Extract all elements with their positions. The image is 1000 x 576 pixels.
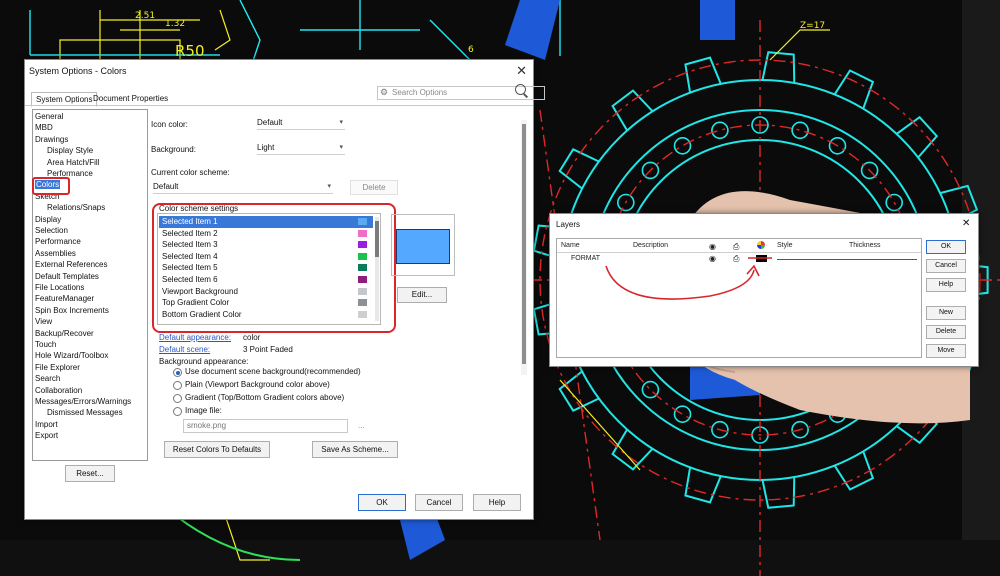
tree-item[interactable]: Display (35, 215, 61, 224)
tree-item[interactable]: Performance (35, 237, 81, 246)
ok-button[interactable]: OK (358, 494, 406, 511)
help-button[interactable]: Help (473, 494, 521, 511)
delete-button[interactable]: Delete (350, 180, 398, 195)
tree-item[interactable]: File Explorer (35, 363, 80, 372)
color-preview (391, 214, 455, 276)
reset-colors-button[interactable]: Reset Colors To Defaults (164, 441, 270, 458)
dimension-label: R50 (175, 42, 205, 60)
current-scheme-value: Default (153, 182, 179, 191)
chevron-down-icon: ▾ (327, 183, 331, 190)
tree-item[interactable]: Display Style (47, 146, 93, 155)
tree-item[interactable]: Search (35, 374, 60, 383)
dimension-label: 2.51 (135, 11, 155, 21)
tree-item[interactable]: Default Templates (35, 272, 99, 281)
dialog-title: System Options - Colors (29, 66, 127, 76)
save-scheme-button[interactable]: Save As Scheme... (312, 441, 398, 458)
background-radio[interactable] (173, 407, 182, 416)
tree-item[interactable]: Spin Box Increments (35, 306, 109, 315)
tree-item[interactable]: FeatureManager (35, 294, 94, 303)
default-scene-value: 3 Point Faded (243, 345, 293, 354)
browse-button[interactable]: ... (358, 421, 365, 430)
background-radio-label: Plain (Viewport Background color above) (185, 380, 330, 389)
icon-color-select[interactable]: Default ▾ (257, 117, 345, 130)
preview-swatch (396, 229, 450, 264)
tab-divider (25, 105, 533, 106)
layers-dialog: Layers ✕ Name Description ◉ ⎙ Style Thic… (549, 213, 979, 367)
tab-document-properties[interactable]: Document Properties (89, 92, 172, 105)
edit-button[interactable]: Edit... (397, 287, 447, 303)
background-radio-label: Image file: (185, 406, 222, 415)
current-scheme-label: Current color scheme: (151, 168, 230, 177)
tree-item[interactable]: Messages/Errors/Warnings (35, 397, 131, 406)
tree-item[interactable]: Backup/Recover (35, 329, 94, 338)
dimension-label: 6 (468, 45, 474, 55)
reset-button[interactable]: Reset... (65, 465, 115, 482)
close-icon[interactable]: ✕ (516, 63, 527, 79)
tree-item[interactable]: Drawings (35, 135, 68, 144)
background-radio[interactable] (173, 368, 182, 377)
icon-color-label: Icon color: (151, 120, 188, 129)
tree-item[interactable]: General (35, 112, 63, 121)
background-radio[interactable] (173, 381, 182, 390)
image-file-input[interactable]: smoke.png (183, 419, 348, 433)
background-radio[interactable] (173, 394, 182, 403)
default-appearance-link[interactable]: Default appearance: (159, 333, 231, 342)
default-scene-link[interactable]: Default scene: (159, 345, 210, 354)
default-appearance-value: color (243, 333, 261, 342)
background-appearance-label: Background appearance: (159, 357, 249, 366)
tree-item[interactable]: External References (35, 260, 107, 269)
tree-item[interactable]: Area Hatch/Fill (47, 158, 99, 167)
dimension-label: Z=17 (800, 21, 825, 31)
options-pane-scrollbar[interactable] (521, 120, 527, 375)
tree-item[interactable]: MBD (35, 123, 53, 132)
search-icon[interactable] (515, 84, 526, 95)
annotation-highlight (32, 177, 70, 195)
tree-item[interactable]: Relations/Snaps (47, 203, 105, 212)
system-options-dialog: System Options - Colors ✕ System Options… (24, 59, 545, 520)
tree-item[interactable]: File Locations (35, 283, 84, 292)
dimension-label: 1.32 (165, 19, 185, 29)
background-radio-label: Gradient (Top/Bottom Gradient colors abo… (185, 393, 345, 402)
background-value: Light (257, 143, 275, 152)
scrollbar-thumb[interactable] (522, 124, 526, 364)
background-select[interactable]: Light ▾ (257, 142, 345, 155)
tree-item[interactable]: View (35, 317, 52, 326)
tree-item[interactable]: Touch (35, 340, 56, 349)
tree-item[interactable]: Collaboration (35, 386, 82, 395)
annotation-highlight (152, 203, 396, 333)
background-label: Background: (151, 145, 196, 154)
chevron-down-icon: ▾ (339, 144, 343, 151)
tree-item[interactable]: Export (35, 431, 58, 440)
annotation-arrow (605, 257, 772, 300)
tree-item[interactable]: Hole Wizard/Toolbox (35, 351, 108, 360)
current-scheme-select[interactable]: Default ▾ (153, 181, 333, 194)
cancel-button[interactable]: Cancel (415, 494, 463, 511)
tree-item[interactable]: Assemblies (35, 249, 76, 258)
tree-item[interactable]: Dismissed Messages (47, 408, 123, 417)
tree-item[interactable]: Selection (35, 226, 68, 235)
background-radio-label: Use document scene background(recommende… (185, 367, 361, 376)
options-tree[interactable]: General MBD Drawings Display Style Area Hatc… (32, 109, 148, 461)
tree-item[interactable]: Import (35, 420, 58, 429)
icon-color-value: Default (257, 118, 283, 127)
chevron-down-icon: ▾ (339, 119, 343, 126)
